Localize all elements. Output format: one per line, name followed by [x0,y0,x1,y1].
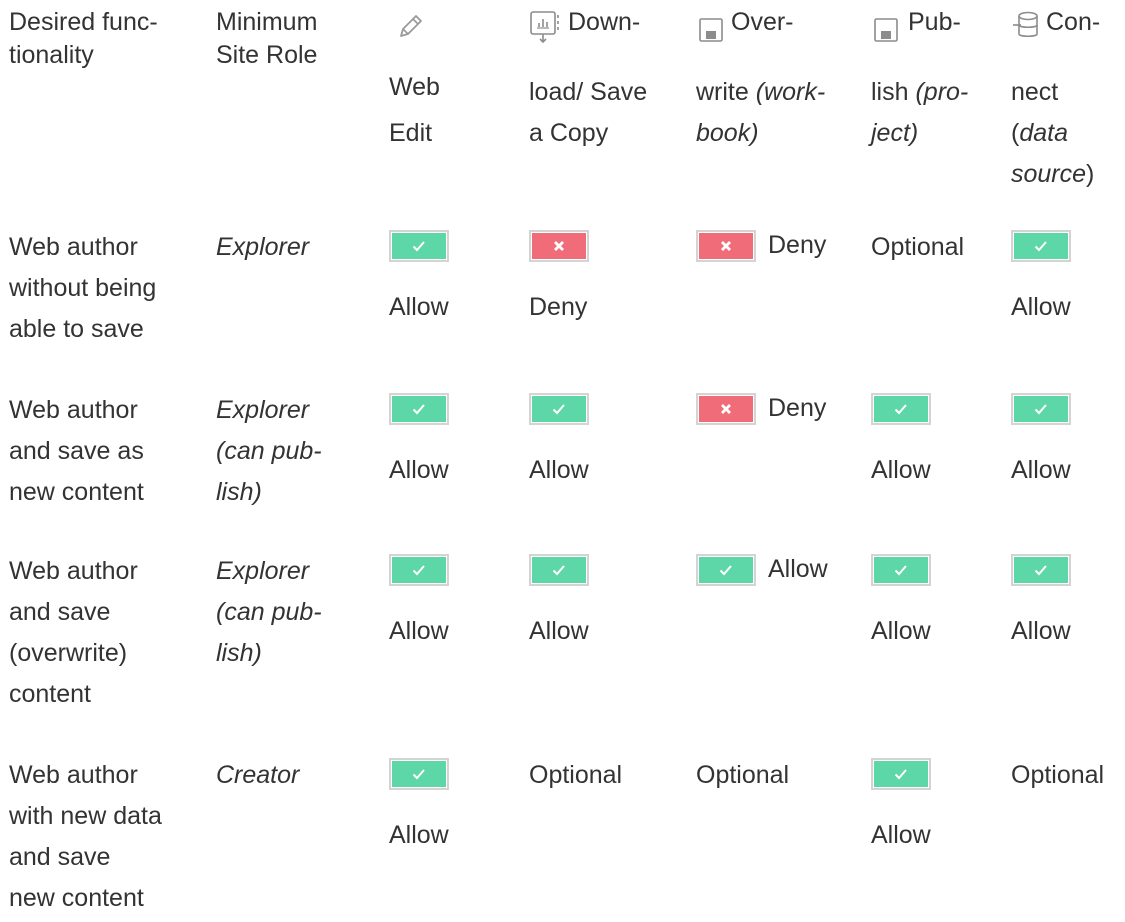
row1-role: Explorer [216,233,310,261]
header-publish-line-1: Pub- [908,8,961,36]
row2-connect: Allow [1011,456,1071,484]
header-minrole-line-1: Minimum [216,8,318,36]
row3-desired-line-2: and save [9,598,111,626]
header-minrole-line-2: Site Role [216,41,318,69]
row2-desired-line-2: and save as [9,437,144,465]
allow-check-icon [389,230,449,262]
allow-check-icon [389,393,449,425]
row2-role-line-3: lish) [216,478,262,506]
header-overwrite-line-3: book) [696,119,759,147]
row4-desired-line-1: Web author [9,761,138,789]
database-icon [1013,11,1038,38]
row4-desired-line-2: with new data [9,802,162,830]
row2-webedit: Allow [389,456,449,484]
download-icon [530,11,559,44]
row3-overwrite: Allow [768,555,828,583]
allow-check-icon [389,554,449,586]
header-connect-line-4: source) [1011,159,1094,189]
row1-connect: Allow [1011,293,1071,321]
allow-check-icon [529,554,589,586]
header-connect-paren-close: ) [1086,160,1095,188]
allow-check-icon [389,758,449,790]
header-connect-source: source [1011,160,1087,188]
row1-download: Deny [529,293,588,321]
header-publish-line-2: lish (pro- [871,77,968,107]
allow-check-icon [871,393,931,425]
header-connect-data: data [1019,119,1068,147]
header-desired-line-2: tionality [9,41,94,69]
row4-desired-line-3: and save [9,843,111,871]
allow-check-icon [529,393,589,425]
header-publish-project-part1: (pro- [915,78,969,106]
header-webedit-line-2: Edit [389,119,433,147]
row1-desired-line-3: able to save [9,315,144,343]
row2-publish: Allow [871,456,931,484]
row3-role-line-1: Explorer [216,557,310,585]
row2-desired-line-3: new content [9,478,144,506]
row4-publish: Allow [871,821,931,849]
row4-role: Creator [216,761,300,789]
row4-webedit: Allow [389,821,449,849]
row3-desired-line-4: content [9,680,92,708]
header-download-line-3: a Copy [529,119,609,147]
row2-overwrite: Deny [768,394,827,422]
deny-x-icon [696,393,756,425]
deny-x-icon [529,230,589,262]
row3-role-line-2: (can pub- [216,598,322,626]
row4-connect: Optional [1011,761,1105,789]
row2-download: Allow [529,456,589,484]
row3-desired-line-1: Web author [9,557,138,585]
allow-check-icon [1011,230,1071,262]
header-connect-line-2: nect [1011,78,1059,106]
row1-publish: Optional [871,233,965,261]
row3-download: Allow [529,617,589,645]
row3-webedit: Allow [389,617,449,645]
header-connect-line-1: Con- [1046,8,1101,36]
row3-role-line-3: lish) [216,639,262,667]
row3-desired-line-3: (overwrite) [9,639,128,667]
row2-role-line-2: (can pub- [216,437,322,465]
row3-connect: Allow [1011,617,1071,645]
save-icon [874,18,898,42]
header-connect-line-3: (data [1011,118,1068,148]
header-download-line-2: load/ Save [529,78,648,106]
header-overwrite-workbook-part1: (work- [755,78,826,106]
header-publish-lish: lish [871,78,916,106]
header-webedit-line-1: Web [389,73,440,101]
allow-check-icon [871,554,931,586]
allow-check-icon [871,758,931,790]
row1-desired-line-2: without being [9,274,157,302]
row2-role-line-1: Explorer [216,396,310,424]
header-desired-line-1: Desired func- [9,8,158,36]
row4-download: Optional [529,761,623,789]
row4-overwrite: Optional [696,761,790,789]
row1-overwrite: Deny [768,231,827,259]
row4-desired-line-4: new content [9,884,144,912]
header-overwrite-write: write [696,78,756,106]
allow-check-icon [1011,554,1071,586]
row3-publish: Allow [871,617,931,645]
row1-desired-line-1: Web author [9,233,138,261]
row1-webedit: Allow [389,293,449,321]
header-publish-line-3: ject) [871,119,919,147]
allow-check-icon [696,554,756,586]
allow-check-icon [1011,393,1071,425]
header-download-line-1: Down- [568,8,641,36]
header-overwrite-line-2: write (work- [696,77,825,107]
header-overwrite-line-1: Over- [731,8,794,36]
pencil-icon [400,15,422,37]
deny-x-icon [696,230,756,262]
row2-desired-line-1: Web author [9,396,138,424]
save-icon [699,18,723,42]
